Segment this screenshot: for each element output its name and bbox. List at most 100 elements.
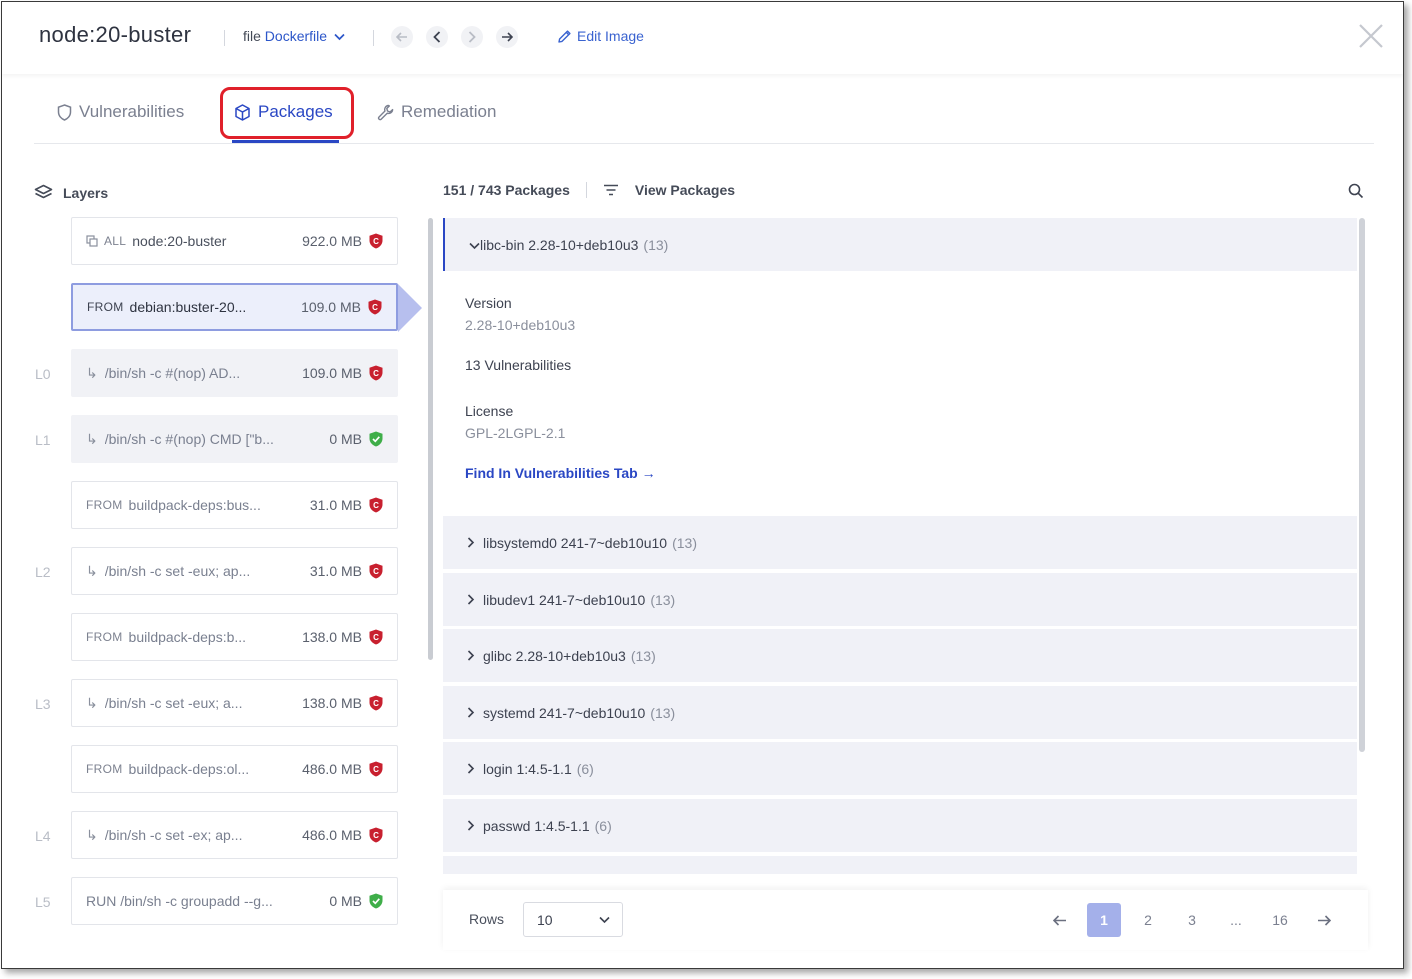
license-value: GPL-2LGPL-2.1 <box>465 425 566 441</box>
package-vuln-count: (13) <box>630 647 656 664</box>
package-row[interactable]: login 1:4.5-1.1 (6) <box>443 742 1357 795</box>
package-row[interactable]: systemd 241-7~deb10u10 (13) <box>443 686 1357 739</box>
critical-shield-icon: C <box>369 563 383 579</box>
package-vuln-count: (13) <box>643 236 669 253</box>
package-row-expanded[interactable]: libc-bin 2.28-10+deb10u3 (13) <box>443 218 1357 271</box>
layer-command: node:20-buster <box>132 233 227 249</box>
page-button[interactable]: 2 <box>1131 903 1165 937</box>
package-details: Version 2.28-10+deb10u3 13 Vulnerabiliti… <box>443 271 1357 515</box>
layer-item[interactable]: ↳ /bin/sh -c #(nop) AD... 109.0 MB C <box>71 349 398 397</box>
next-page-button[interactable] <box>1307 903 1341 937</box>
previous-layer-button[interactable] <box>426 26 448 48</box>
divider <box>373 30 374 46</box>
return-arrow-icon: ↳ <box>86 364 98 381</box>
svg-text:C: C <box>373 633 379 642</box>
critical-shield-icon: C <box>369 233 383 249</box>
previous-page-button[interactable] <box>1043 903 1077 937</box>
layers-icon <box>34 184 53 199</box>
view-packages-button[interactable]: View Packages <box>635 182 735 198</box>
svg-text:C: C <box>373 765 379 774</box>
tab-vulnerabilities[interactable]: Vulnerabilities <box>57 102 184 122</box>
tab-remediation[interactable]: Remediation <box>377 102 496 122</box>
wrench-icon <box>377 104 394 120</box>
return-arrow-icon: ↳ <box>86 826 98 843</box>
layer-size: 31.0 MB <box>309 563 362 579</box>
layer-index: L3 <box>35 696 51 712</box>
layer-item-all[interactable]: ALL node:20-buster 922.0 MB C <box>71 217 398 265</box>
packages-scrollbar[interactable] <box>1359 218 1365 752</box>
layer-command: /bin/sh -c #(nop) CMD ["b... <box>104 431 274 447</box>
layer-item[interactable]: ↳ /bin/sh -c set -ex; ap... 486.0 MB C <box>71 811 398 859</box>
layer-item-from[interactable]: FROM buildpack-deps:b... 138.0 MB C <box>71 613 398 661</box>
last-layer-button[interactable] <box>496 26 518 48</box>
svg-text:C: C <box>373 237 379 246</box>
page-button[interactable]: 16 <box>1263 903 1297 937</box>
layer-size: 138.0 MB <box>302 695 362 711</box>
annotation-highlight <box>220 87 354 139</box>
layer-command: buildpack-deps:b... <box>128 629 247 645</box>
package-row[interactable]: passwd 1:4.5-1.1 (6) <box>443 799 1357 852</box>
package-name: systemd 241-7~deb10u10 <box>483 704 646 721</box>
layer-index: L2 <box>35 564 51 580</box>
next-layer-button[interactable] <box>461 26 483 48</box>
svg-text:C: C <box>373 831 379 840</box>
first-layer-button[interactable] <box>391 26 413 48</box>
page-button[interactable]: 3 <box>1175 903 1209 937</box>
find-in-vulnerabilities-link[interactable]: Find In Vulnerabilities Tab → <box>465 465 1335 481</box>
license-label: License <box>465 403 514 419</box>
close-icon[interactable] <box>1357 22 1385 50</box>
svg-text:C: C <box>373 369 379 378</box>
layer-item[interactable]: ↳ /bin/sh -c #(nop) CMD ["b... 0 MB <box>71 415 398 463</box>
page-ellipsis: ... <box>1230 912 1242 928</box>
chevron-right-icon <box>467 594 475 605</box>
arrow-left-icon <box>1053 914 1066 926</box>
critical-shield-icon: C <box>369 695 383 711</box>
rows-per-page-select[interactable]: 10 <box>523 902 623 937</box>
vulnerabilities-count: 13 Vulnerabilities <box>465 357 572 373</box>
search-icon[interactable] <box>1348 183 1364 199</box>
layer-command: buildpack-deps:bus... <box>128 497 261 513</box>
layer-index: L4 <box>35 828 51 844</box>
file-selector[interactable]: file Dockerfile <box>243 28 345 44</box>
selected-layer-pointer <box>398 284 422 332</box>
package-vuln-count: (13) <box>650 591 676 608</box>
layer-size: 486.0 MB <box>302 761 362 777</box>
package-name: libsystemd0 241-7~deb10u10 <box>483 534 668 551</box>
package-vuln-count: (13) <box>650 704 676 721</box>
package-row[interactable]: libudev1 241-7~deb10u10 (13) <box>443 573 1357 626</box>
edit-image-link[interactable]: Edit Image <box>557 28 644 44</box>
layer-item[interactable]: RUN /bin/sh -c groupadd --g... 0 MB <box>71 877 398 925</box>
critical-shield-icon: C <box>369 497 383 513</box>
page-button-current[interactable]: 1 <box>1087 903 1121 937</box>
ok-shield-icon <box>369 431 383 447</box>
edit-image-label: Edit Image <box>577 28 644 44</box>
layer-index: L5 <box>35 894 51 910</box>
filter-icon[interactable] <box>603 184 619 196</box>
layer-item[interactable]: ↳ /bin/sh -c set -eux; ap... 31.0 MB C <box>71 547 398 595</box>
package-list: libc-bin 2.28-10+deb10u3 (13) Version 2.… <box>443 218 1357 874</box>
layer-item[interactable]: ↳ /bin/sh -c set -eux; a... 138.0 MB C <box>71 679 398 727</box>
package-row-partial[interactable] <box>443 856 1357 874</box>
pagination-bar: Rows 10 1 2 3 ... 16 <box>443 890 1368 950</box>
packages-count: 151 / 743 Packages <box>443 182 570 198</box>
layer-item-from[interactable]: FROM buildpack-deps:bus... 31.0 MB C <box>71 481 398 529</box>
package-vuln-count: (13) <box>672 534 697 551</box>
layer-item-from-debian[interactable]: FROM debian:buster-20... 109.0 MB C <box>71 283 398 331</box>
return-arrow-icon: ↳ <box>86 430 98 447</box>
layer-item-from[interactable]: FROM buildpack-deps:ol... 486.0 MB C <box>71 745 398 793</box>
layer-command: /bin/sh -c #(nop) AD... <box>104 365 241 381</box>
layer-command: /bin/sh -c set -ex; ap... <box>104 827 243 843</box>
package-row[interactable]: libsystemd0 241-7~deb10u10 (13) <box>443 516 1357 569</box>
package-row[interactable]: glibc 2.28-10+deb10u3 (13) <box>443 629 1357 682</box>
layers-scrollbar[interactable] <box>428 218 433 660</box>
layers-heading: Layers <box>34 184 108 201</box>
return-arrow-icon: ↳ <box>86 562 98 579</box>
layer-size: 0 MB <box>329 431 362 447</box>
layer-prefix: FROM <box>86 762 123 776</box>
modal-header: node:20-buster file Dockerfile Edit Imag… <box>2 2 1403 74</box>
critical-shield-icon: C <box>369 827 383 843</box>
layer-command: /bin/sh -c set -eux; ap... <box>104 563 251 579</box>
layer-prefix: ALL <box>104 234 127 248</box>
layers-heading-label: Layers <box>63 184 109 201</box>
chevron-left-icon <box>433 31 441 43</box>
